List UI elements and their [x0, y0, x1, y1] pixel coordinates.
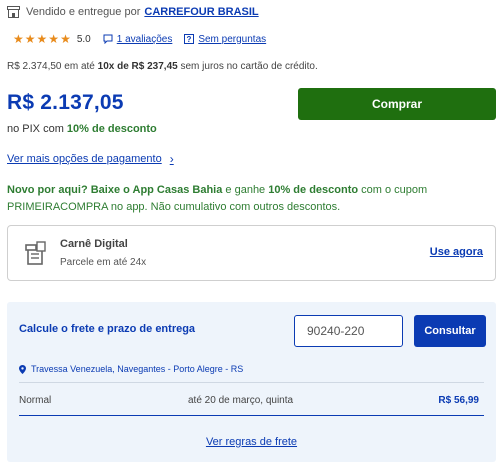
- star-icon: ★: [13, 32, 24, 46]
- freight-rules-link[interactable]: Ver regras de frete: [7, 436, 496, 448]
- seller-prefix: Vendido e entregue por: [26, 6, 141, 18]
- pix-prefix: no PIX com: [7, 123, 64, 135]
- rating-stars: ★ ★ ★ ★ ★: [13, 33, 71, 45]
- buy-button[interactable]: Comprar: [298, 88, 496, 120]
- promo-text-2: e ganhe: [222, 184, 269, 196]
- carne-icon: [25, 241, 46, 265]
- pix-discount: 10% de desconto: [66, 123, 157, 135]
- chevron-right-icon: ›: [169, 152, 174, 166]
- full-price: R$ 2.374,50: [7, 61, 62, 72]
- star-icon: ★: [48, 32, 60, 46]
- shipping-option-name: Normal: [19, 395, 52, 406]
- freight-divider: [19, 382, 484, 383]
- carne-subtitle: Parcele em até 24x: [60, 257, 147, 268]
- installments-info: R$ 2.374,50 em até 10x de R$ 237,45 sem …: [7, 61, 318, 72]
- carne-use-now-link[interactable]: Use agora: [430, 246, 483, 258]
- cep-input[interactable]: [294, 315, 403, 347]
- payment-options-link[interactable]: Ver mais opções de pagamento ›: [7, 152, 174, 166]
- promo-discount: 10% de desconto: [268, 184, 359, 196]
- question-icon: ?: [184, 34, 195, 44]
- star-icon: ★: [60, 32, 71, 46]
- star-icon: ★: [36, 32, 48, 46]
- installments-middle: em até: [64, 61, 95, 72]
- installments-suffix: sem juros no cartão de crédito.: [180, 61, 318, 72]
- freight-calculator: Calcule o frete e prazo de entrega Consu…: [7, 302, 496, 462]
- rating-score: 5.0: [76, 33, 91, 45]
- address-text: Travessa Venezuela, Navegantes - Porto A…: [31, 364, 244, 374]
- store-icon: [7, 6, 20, 18]
- seller-name-link[interactable]: CARREFOUR BRASIL: [144, 6, 258, 18]
- payment-options-label: Ver mais opções de pagamento: [7, 153, 162, 165]
- carne-digital-card: Carnê Digital Parcele em até 24x Use ago…: [7, 225, 496, 281]
- shipping-option-price: R$ 56,99: [438, 395, 479, 406]
- rating-row: ★ ★ ★ ★ ★ 5.0 1 avaliações ? Sem pergunt…: [13, 33, 278, 45]
- shipping-row-underline: [19, 415, 484, 416]
- reviews-link-label: 1 avaliações: [116, 33, 173, 45]
- delivery-address: Travessa Venezuela, Navegantes - Porto A…: [19, 364, 243, 374]
- chat-icon: [103, 34, 113, 44]
- carne-title: Carnê Digital: [60, 238, 128, 250]
- consult-button[interactable]: Consultar: [414, 315, 486, 347]
- installments-plan: 10x de R$ 237,45: [97, 61, 178, 72]
- pix-discount-text: no PIX com 10% de desconto: [7, 123, 157, 135]
- seller-info: Vendido e entregue por CARREFOUR BRASIL: [7, 6, 259, 18]
- shipping-option-date: até 20 de março, quinta: [188, 395, 294, 406]
- app-promo: Novo por aqui? Baixe o App Casas Bahia e…: [7, 182, 447, 216]
- svg-text:?: ?: [187, 35, 192, 44]
- promo-app-text: Novo por aqui? Baixe o App Casas Bahia: [7, 184, 223, 196]
- star-icon: ★: [24, 32, 36, 46]
- location-pin-icon: [19, 364, 26, 374]
- freight-title: Calcule o frete e prazo de entrega: [19, 323, 196, 335]
- questions-link-label: Sem perguntas: [198, 33, 267, 45]
- reviews-link[interactable]: 1 avaliações: [103, 33, 173, 45]
- pix-price: R$ 2.137,05: [7, 91, 124, 114]
- questions-link[interactable]: ? Sem perguntas: [184, 34, 266, 45]
